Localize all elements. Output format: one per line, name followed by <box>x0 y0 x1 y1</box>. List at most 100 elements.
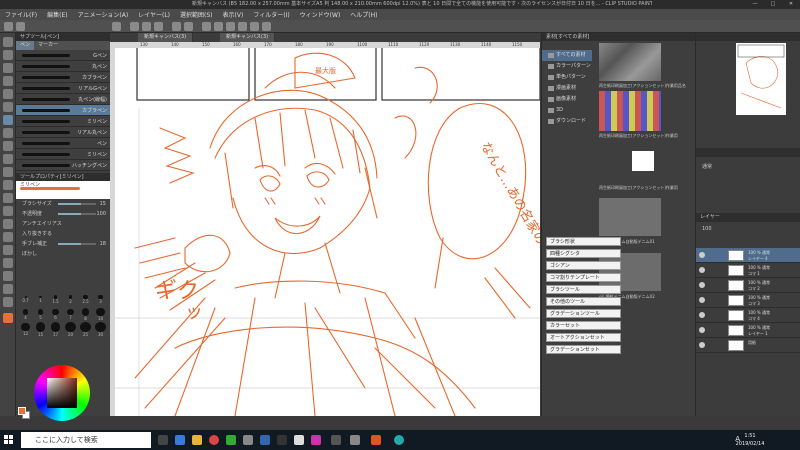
frame-tool-icon[interactable] <box>3 245 13 255</box>
brush-size-item[interactable]: 12 <box>18 322 33 337</box>
home-icon[interactable] <box>16 22 25 31</box>
auto-action-item[interactable]: カラーセット <box>546 321 621 330</box>
brush-item[interactable]: リアル丸ペン <box>16 127 110 138</box>
edge-browser-icon[interactable] <box>175 435 185 445</box>
app-icon[interactable] <box>394 435 404 445</box>
material-thumb-4[interactable] <box>599 198 661 236</box>
menu-window[interactable]: ウィンドウ(W) <box>295 10 346 19</box>
redo-icon[interactable] <box>184 22 193 31</box>
tab-marker[interactable]: マーカー <box>34 41 62 50</box>
tool-property-row[interactable]: 手ブレ補正 18 <box>16 239 110 249</box>
brush-size-item[interactable]: 4 <box>18 307 33 322</box>
airbrush-tool-icon[interactable] <box>3 154 13 164</box>
material-thumb-3[interactable] <box>632 151 654 171</box>
correct-line-tool-icon[interactable] <box>3 297 13 307</box>
undo-icon[interactable] <box>172 22 181 31</box>
move-layer-tool-icon[interactable] <box>3 76 13 86</box>
pen-tool-icon[interactable] <box>3 115 13 125</box>
brush-item[interactable]: カブラペン <box>16 105 110 116</box>
app-icon[interactable] <box>277 435 287 445</box>
layer-row[interactable]: 100 % 通常 コマ 4 <box>696 308 800 323</box>
move-tool-icon[interactable] <box>3 50 13 60</box>
layer-row[interactable]: 100 % 通常 レイヤー 4 <box>696 248 800 263</box>
material-tree-item[interactable]: ダウンロード <box>542 116 592 127</box>
fill-tool-icon[interactable] <box>3 206 13 216</box>
tool-property-row[interactable]: アンチエイリアス <box>16 219 110 229</box>
brush-size-item[interactable]: 15 <box>33 322 48 337</box>
auto-action-item[interactable]: 四種シグシタ <box>546 249 621 258</box>
decoration-tool-icon[interactable] <box>3 167 13 177</box>
brush-size-item[interactable]: 8 <box>78 307 93 322</box>
figure-tool-icon[interactable] <box>3 232 13 242</box>
taskbar-clock[interactable]: 1:51 2019/02/14 <box>730 432 770 448</box>
brush-item[interactable]: 丸ペン(線幅) <box>16 94 110 105</box>
brush-size-item[interactable]: 0.7 <box>18 292 33 307</box>
video-app-icon[interactable] <box>331 435 341 445</box>
brush-item[interactable]: カブラペン <box>16 72 110 83</box>
app-icon[interactable] <box>243 435 253 445</box>
pencil-tool-icon[interactable] <box>3 128 13 138</box>
open-file-icon[interactable] <box>142 22 151 31</box>
layer-row[interactable]: 100 % 通常 コマ 3 <box>696 293 800 308</box>
app-icon[interactable] <box>350 435 360 445</box>
menu-file[interactable]: ファイル(F) <box>0 10 42 19</box>
brush-item[interactable]: ペン <box>16 138 110 149</box>
zoom-tool-icon[interactable] <box>3 37 13 47</box>
text-tool-icon[interactable] <box>3 271 13 281</box>
brush-size-item[interactable]: 1 <box>33 292 48 307</box>
tab-pen[interactable]: ペン <box>16 41 35 50</box>
brush-size-item[interactable]: 10 <box>93 307 108 322</box>
property-slider[interactable] <box>58 213 96 215</box>
layer-row[interactable]: 100 % 通常 レイヤー 1 <box>696 323 800 338</box>
visibility-eye-icon[interactable] <box>699 342 705 348</box>
auto-action-item[interactable]: コマ割りテンプレート <box>546 273 621 282</box>
tool-property-row[interactable]: 不透明度 100 <box>16 209 110 219</box>
maximize-button[interactable]: □ <box>764 0 782 9</box>
brush-item[interactable]: Gペン <box>16 50 110 61</box>
operation-tool-icon[interactable] <box>3 63 13 73</box>
auto-action-item[interactable]: ブラシツール <box>546 285 621 294</box>
ruler-snap-icon[interactable] <box>262 22 271 31</box>
canvas-tab-1[interactable]: 新規キャンバス(3) <box>138 33 194 42</box>
line-app-icon[interactable] <box>226 435 236 445</box>
illustrator-icon[interactable] <box>371 435 381 445</box>
auto-action-item[interactable]: ブラシ形状 <box>546 237 621 246</box>
menu-layer[interactable]: レイヤー(L) <box>133 10 175 19</box>
gradient-tool-icon[interactable] <box>3 219 13 229</box>
brush-size-item[interactable]: 2 <box>63 292 78 307</box>
balloon-tool-icon[interactable] <box>3 284 13 294</box>
transform-icon[interactable] <box>214 22 223 31</box>
minimize-button[interactable]: — <box>746 0 764 9</box>
chrome-icon[interactable] <box>209 435 219 445</box>
ruler-tool-icon[interactable] <box>3 258 13 268</box>
brush-size-item[interactable]: 2.5 <box>78 292 93 307</box>
invert-selection-icon[interactable] <box>238 22 247 31</box>
brush-item[interactable]: ハッチングペン <box>16 160 110 171</box>
main-color-icon[interactable] <box>3 313 13 323</box>
brush-item[interactable]: リアルGペン <box>16 83 110 94</box>
menu-animation[interactable]: アニメーション(A) <box>73 10 134 19</box>
material-tree-item[interactable]: 漫画素材 <box>542 83 592 94</box>
view-icon[interactable] <box>112 22 121 31</box>
material-thumb-2[interactable] <box>599 91 661 131</box>
color-wheel[interactable] <box>34 365 90 421</box>
app-icon[interactable] <box>260 435 270 445</box>
brush-size-item[interactable]: 30 <box>93 322 108 337</box>
layer-opacity[interactable]: 100 <box>702 226 712 232</box>
layer-row[interactable]: 用紙 <box>696 338 800 353</box>
material-thumb-1[interactable] <box>599 43 661 81</box>
visibility-eye-icon[interactable] <box>699 252 705 258</box>
menu-view[interactable]: 表示(V) <box>218 10 249 19</box>
brush-size-item[interactable]: 25 <box>78 322 93 337</box>
task-view-icon[interactable] <box>158 435 168 445</box>
layer-row[interactable]: 100 % 通常 コマ 1 <box>696 263 800 278</box>
material-tree-item[interactable]: すべての素材 <box>542 50 592 61</box>
visibility-eye-icon[interactable] <box>699 282 705 288</box>
main-color-swatch[interactable] <box>18 407 26 415</box>
brush-size-item[interactable]: 6 <box>48 307 63 322</box>
auto-action-item[interactable]: グラデーションセット <box>546 345 621 354</box>
blend-tool-icon[interactable] <box>3 193 13 203</box>
clip-studio-taskbar-icon[interactable] <box>294 435 304 445</box>
brush-size-item[interactable]: 20 <box>63 322 78 337</box>
visibility-eye-icon[interactable] <box>699 327 705 333</box>
